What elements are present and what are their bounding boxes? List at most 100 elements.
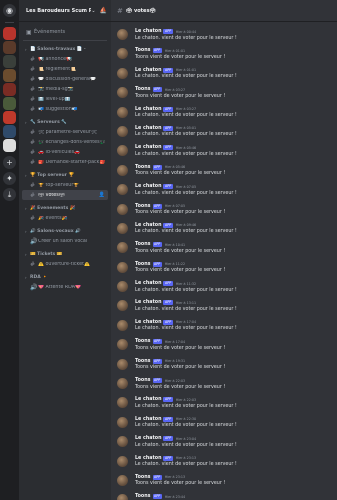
message[interactable]: Toons APP Hier à 05:46 Toons vient de voter… bbox=[111, 162, 337, 181]
channel-item[interactable]: 🔊 💖 Attente RDA💖 bbox=[22, 282, 108, 292]
server-icon-7[interactable] bbox=[3, 111, 16, 124]
channel-item[interactable]: # 📬 suggestion📬 bbox=[22, 104, 108, 114]
add-server-icon[interactable]: + bbox=[3, 156, 16, 169]
channel-item[interactable]: # 🗳 votes🗳 👤 bbox=[22, 190, 108, 200]
avatar[interactable] bbox=[117, 455, 128, 467]
server-header[interactable]: Les Baroudeurs Scum PVE ⌄ ⛵ bbox=[19, 0, 111, 22]
discord-home-icon[interactable]: ◉ bbox=[3, 4, 16, 17]
author-name[interactable]: Toons bbox=[135, 242, 151, 247]
author-name[interactable]: Toons bbox=[135, 359, 151, 364]
channel-item[interactable]: # 🎒 Demande-starter-pack🎒 bbox=[22, 157, 108, 167]
category-header[interactable]: › RDA 🔸 bbox=[19, 273, 111, 282]
avatar[interactable] bbox=[117, 261, 128, 273]
channel-item[interactable]: # 🏆 top-serveur🏆 bbox=[22, 180, 108, 190]
message[interactable]: Toons APP Hier à 23:13 Toons vient de voter… bbox=[111, 472, 337, 491]
author-name[interactable]: Le chaton bbox=[135, 281, 161, 286]
author-name[interactable]: Toons bbox=[135, 339, 151, 344]
server-icon-1[interactable] bbox=[3, 27, 16, 40]
message[interactable]: Le chaton APP Hier à 03:27 Le chaton. vient… bbox=[111, 104, 337, 123]
message[interactable]: Le chaton APP Hier à 07:05 Le chaton. vient… bbox=[111, 181, 337, 200]
author-name[interactable]: Toons bbox=[135, 48, 151, 53]
author-name[interactable]: Toons bbox=[135, 87, 151, 92]
message[interactable]: Le chaton APP Hier à 23:13 Le chaton. vient… bbox=[111, 453, 337, 472]
avatar[interactable] bbox=[117, 416, 128, 428]
author-name[interactable]: Toons bbox=[135, 204, 151, 209]
category-header[interactable]: › 🏆 Top serveur 🏆 bbox=[19, 171, 111, 180]
author-name[interactable]: Le chaton bbox=[135, 184, 161, 189]
message[interactable]: Le chaton APP Hier à 05:46 Le chaton. vient… bbox=[111, 142, 337, 161]
category-header[interactable]: › 🔊 Salons-vocaux 🔊 bbox=[19, 227, 111, 236]
author-name[interactable]: Toons bbox=[135, 475, 151, 480]
author-name[interactable]: Toons bbox=[135, 165, 151, 170]
author-name[interactable]: Le chaton bbox=[135, 417, 161, 422]
author-name[interactable]: Le chaton bbox=[135, 107, 161, 112]
avatar[interactable] bbox=[117, 67, 128, 79]
avatar[interactable] bbox=[117, 29, 128, 40]
author-name[interactable]: Le chaton bbox=[135, 320, 161, 325]
avatar[interactable] bbox=[117, 125, 128, 137]
avatar[interactable] bbox=[117, 358, 128, 370]
server-icon-3[interactable] bbox=[3, 55, 16, 68]
message[interactable]: Le chaton APP Hier à 22:03 Le chaton. vient… bbox=[111, 394, 337, 413]
chevron-down-icon[interactable]: ⌄ bbox=[91, 8, 95, 14]
avatar[interactable] bbox=[117, 145, 128, 157]
server-icon-9[interactable] bbox=[3, 139, 16, 152]
author-name[interactable]: Toons bbox=[135, 378, 151, 383]
avatar[interactable] bbox=[117, 184, 128, 196]
message[interactable]: Toons APP Hier à 03:27 Toons vient de voter… bbox=[111, 84, 337, 103]
message[interactable]: Toons APP Hier à 10:41 Toons vient de voter… bbox=[111, 239, 337, 258]
message[interactable]: Le chaton APP Hier à 17:04 Le chaton. vient… bbox=[111, 317, 337, 336]
add-member-icon[interactable]: 👤 bbox=[99, 192, 105, 198]
message[interactable]: Le chaton APP Hier à 09:46 Le chaton. vient… bbox=[111, 220, 337, 239]
server-icon-8[interactable] bbox=[3, 125, 16, 138]
avatar[interactable] bbox=[117, 106, 128, 118]
author-name[interactable]: Le chaton bbox=[135, 456, 161, 461]
message[interactable]: Toons APP Hier à 01:01 Toons vient de voter… bbox=[111, 45, 337, 64]
message[interactable]: Le chaton APP Hier à 05:01 Le chaton. vient… bbox=[111, 123, 337, 142]
server-icon-6[interactable] bbox=[3, 97, 16, 110]
avatar[interactable] bbox=[117, 494, 128, 500]
channel-item[interactable]: # 📜 reglement📜 bbox=[22, 64, 108, 74]
avatar[interactable] bbox=[117, 339, 128, 351]
category-header[interactable]: › 🎉 Evenements 🎉 bbox=[19, 204, 111, 213]
server-icon-2[interactable] bbox=[3, 41, 16, 54]
channel-item[interactable]: 🔊 Créer un salon vocal bbox=[22, 236, 108, 246]
avatar[interactable] bbox=[117, 378, 128, 390]
avatar[interactable] bbox=[117, 242, 128, 254]
message[interactable]: Le chaton APP Hier à 13:11 Le chaton. vient… bbox=[111, 297, 337, 316]
author-name[interactable]: Le chaton bbox=[135, 300, 161, 305]
category-header[interactable]: › 🎫 Tickets 🎫 bbox=[19, 250, 111, 259]
download-icon[interactable]: ⤓ bbox=[3, 188, 16, 201]
author-name[interactable]: Le chaton bbox=[135, 436, 161, 441]
avatar[interactable] bbox=[117, 436, 128, 448]
channel-item[interactable]: # 💱 echanges-dons-ventes💱 bbox=[22, 137, 108, 147]
avatar[interactable] bbox=[117, 474, 128, 486]
author-name[interactable]: Le chaton bbox=[135, 145, 161, 150]
author-name[interactable]: Le chaton bbox=[135, 126, 161, 131]
channel-item[interactable]: # ⚠️ ouverture-ticket⚠️ bbox=[22, 259, 108, 269]
avatar[interactable] bbox=[117, 87, 128, 99]
channel-item[interactable]: # 🚗 id-vehicules🚗 bbox=[22, 147, 108, 157]
channel-item[interactable]: # 🛠 parametre-serveur🛠 bbox=[22, 127, 108, 137]
message[interactable]: Le chaton APP Hier à 11:32 Le chaton. vient… bbox=[111, 278, 337, 297]
message[interactable]: Toons APP Hier à 07:05 Toons vient de voter… bbox=[111, 201, 337, 220]
message[interactable]: Toons APP Hier à 22:03 Toons vient de voter… bbox=[111, 375, 337, 394]
avatar[interactable] bbox=[117, 397, 128, 409]
message[interactable]: Toons APP Hier à 11:22 Toons vient de voter… bbox=[111, 259, 337, 278]
avatar[interactable] bbox=[117, 281, 128, 293]
message[interactable]: Le chaton APP Hier à 23:04 Le chaton. vient… bbox=[111, 433, 337, 452]
explore-icon[interactable]: ✦ bbox=[3, 172, 16, 185]
author-name[interactable]: Le chaton bbox=[135, 223, 161, 228]
channel-item[interactable]: # 📢 annonce📢 bbox=[22, 54, 108, 64]
author-name[interactable]: Le chaton bbox=[135, 68, 161, 73]
channel-item[interactable]: # 📸 media-sg📸 bbox=[22, 84, 108, 94]
message[interactable]: Le chaton APP Hier à 01:01 Le chaton. vient… bbox=[111, 65, 337, 84]
category-header[interactable]: › 📄 Salons-travaux 📄 · bbox=[19, 45, 111, 54]
author-name[interactable]: Toons bbox=[135, 262, 151, 267]
category-header[interactable]: › 🔧 Serveurs 🔧 bbox=[19, 118, 111, 127]
message[interactable]: Toons APP Hier à 17:04 Toons vient de voter… bbox=[111, 336, 337, 355]
author-name[interactable]: Le chaton bbox=[135, 29, 161, 34]
boost-icon[interactable]: ⛵ bbox=[100, 7, 107, 14]
avatar[interactable] bbox=[117, 48, 128, 60]
message[interactable]: Le chaton APP Hier à 22:30 Le chaton. vient… bbox=[111, 414, 337, 433]
